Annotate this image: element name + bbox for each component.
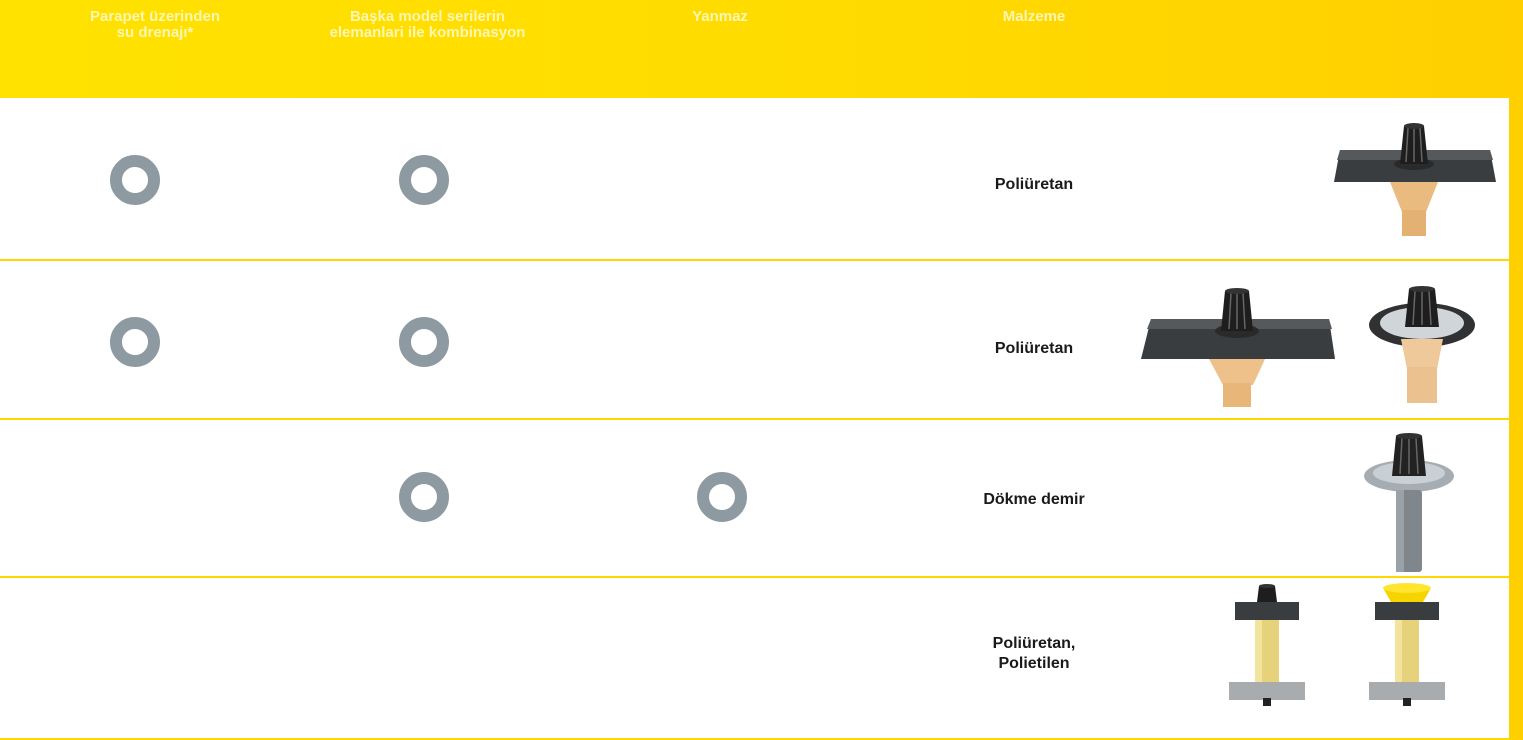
combination-mark — [399, 317, 449, 367]
combination-mark — [399, 155, 449, 205]
comparison-table: Parapet üzerinden su drenajı* Başka mode… — [0, 0, 1523, 740]
parapet-mark — [110, 317, 160, 367]
material-label: Poliüretan — [994, 176, 1074, 193]
table-row: Poliüretan — [0, 261, 1509, 420]
table-row: Dökme demir — [0, 420, 1509, 578]
column-header-parapet: Parapet üzerinden su drenajı* — [89, 8, 221, 41]
round-flange-drain-image — [1367, 283, 1477, 410]
extension-drain-yellow-cap-image — [1367, 580, 1447, 711]
table-header: Parapet üzerinden su drenajı* Başka mode… — [0, 0, 1523, 98]
column-header-combination: Başka model serilerin elemanlari ile kom… — [329, 8, 526, 41]
column-header-material: Malzeme — [1002, 8, 1066, 25]
table-row: Poliüretan — [0, 98, 1509, 261]
table-row: Poliüretan, Polietilen — [0, 578, 1509, 740]
material-label: Poliüretan — [994, 340, 1074, 357]
column-header-fireproof: Yanmaz — [692, 8, 748, 25]
fireproof-mark — [697, 472, 747, 522]
material-label: Poliüretan, Polietilen — [992, 635, 1076, 672]
table-body: Poliüretan Poliüretan Dökme demir Poliür… — [0, 98, 1509, 740]
cast-iron-drain-image — [1362, 428, 1456, 579]
parapet-mark — [110, 155, 160, 205]
material-label: Dökme demir — [983, 491, 1085, 508]
square-flange-drain-image — [1330, 120, 1498, 243]
square-flange-drain-image — [1137, 283, 1339, 412]
extension-drain-black-grate-image — [1227, 580, 1307, 711]
combination-mark — [399, 472, 449, 522]
